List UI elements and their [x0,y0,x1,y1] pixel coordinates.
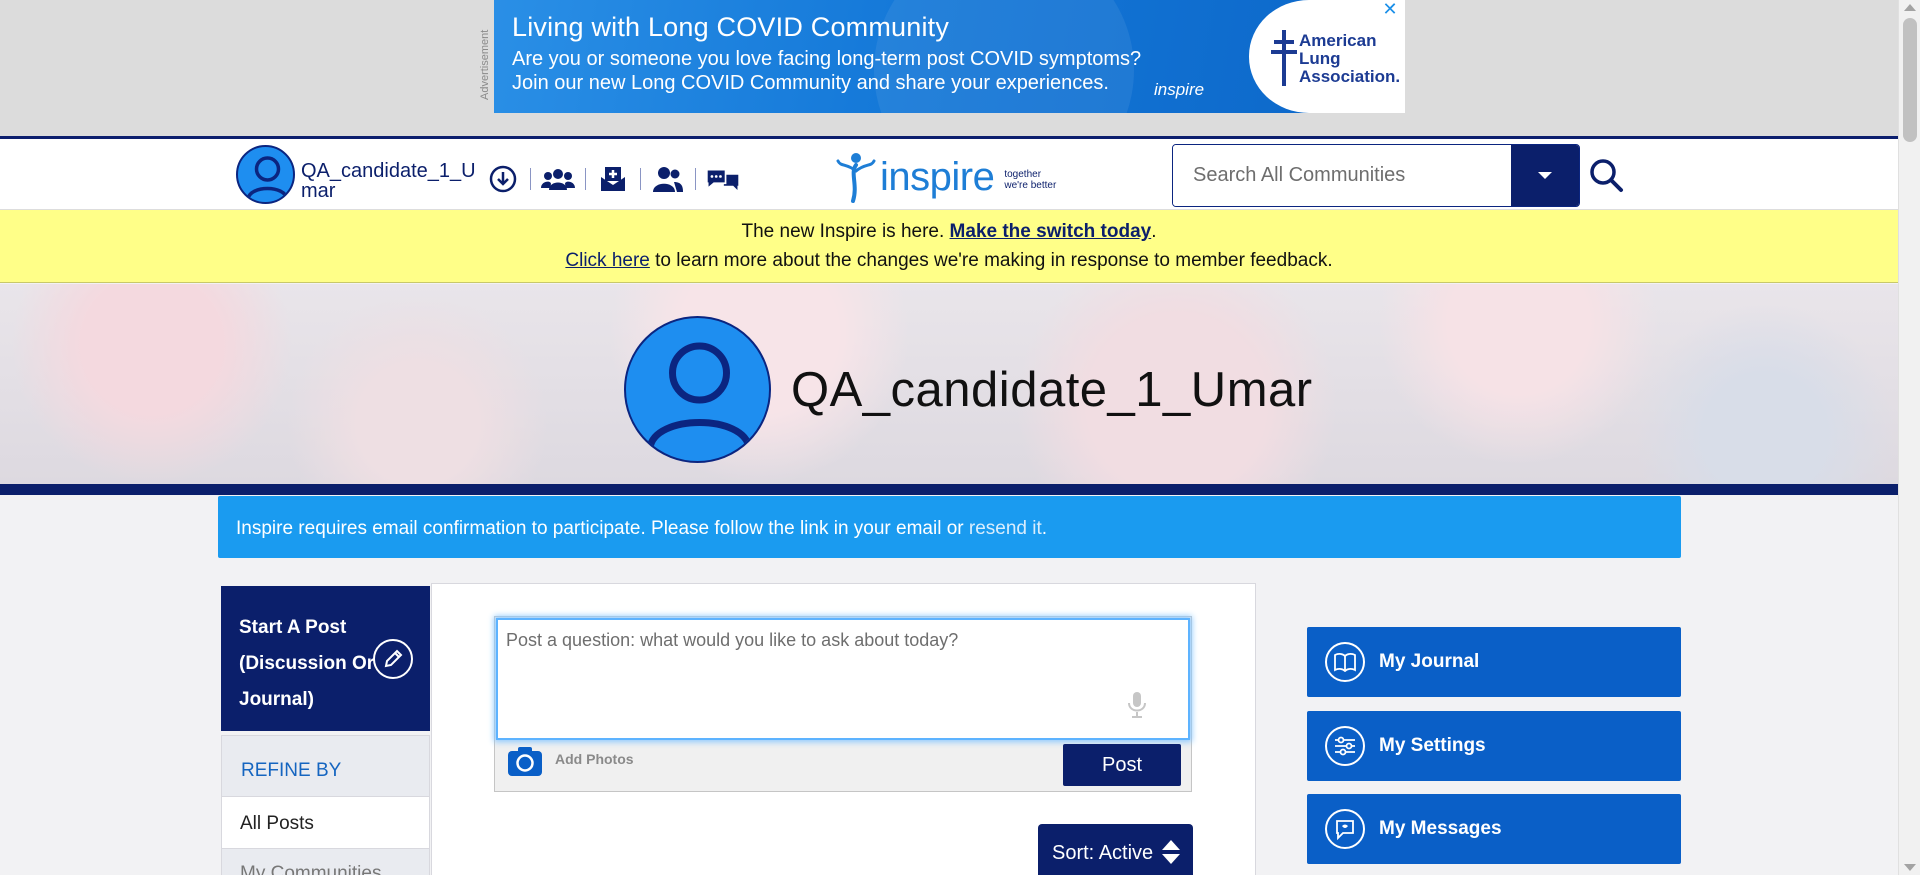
ad-line-1: Are you or someone you love facing long-… [512,48,1142,70]
post-question-input[interactable] [496,618,1190,740]
people-icon[interactable] [651,163,685,195]
scroll-thumb[interactable] [1903,18,1917,142]
click-here-link[interactable]: Click here [565,250,649,271]
notice-line-1-text: The new Inspire is here. [741,221,950,242]
profile-name: QA_candidate_1_Umar [791,363,1313,417]
all-posts-label: All Posts [240,813,314,834]
search-button[interactable] [1588,157,1624,193]
my-messages-label: My Messages [1379,818,1502,839]
ad-line-2: Join our new Long COVID Community and sh… [512,72,1109,94]
header-username[interactable]: QA_candidate_1_Umar [301,161,481,201]
resend-link[interactable]: resend it [969,518,1042,539]
logo-wordmark: inspire [880,154,995,199]
my-settings-button[interactable]: My Settings [1307,711,1681,781]
divider [530,168,531,190]
post-button[interactable]: Post [1063,744,1181,786]
logo-tagline-line-2: we're better [1004,180,1057,191]
logo-tagline: together we're better [1004,169,1056,191]
page-scrollbar[interactable] [1898,0,1920,875]
inbox-icon[interactable] [596,163,630,195]
ad-banner[interactable]: Living with Long COVID Community Are you… [494,0,1405,113]
inspire-logo[interactable]: inspire together we're better [836,151,1056,203]
user-avatar-icon [646,342,753,450]
notice-line-1: The new Inspire is here. Make the switch… [0,221,1898,243]
ad-sponsor-name: American Lung Association. [1299,31,1401,86]
header-avatar[interactable] [236,145,295,204]
add-photos-label[interactable]: Add Photos [555,751,634,767]
refine-by-header: REFINE BY [221,735,430,797]
email-banner-suffix: . [1041,518,1048,539]
filter-my-communities[interactable]: My Communities [221,849,430,875]
logo-tagline-line-1: together [1004,169,1042,180]
search-input[interactable] [1173,145,1511,206]
my-journal-label: My Journal [1379,651,1480,672]
post-composer: Add Photos Post [494,616,1192,792]
divider [695,168,696,190]
ad-close-icon[interactable]: ✕ [1381,0,1399,18]
advertisement-label: Advertisement [479,29,491,101]
notice-line-2: Click here to learn more about the chang… [0,250,1898,272]
notice-line-2-text: to learn more about the changes we're ma… [649,250,1333,271]
pencil-icon [373,639,413,679]
journal-icon [1325,642,1365,682]
notice-line-1-suffix: . [1151,221,1157,242]
my-settings-label: My Settings [1379,735,1486,756]
groups-icon[interactable] [541,163,575,195]
start-a-post-button[interactable]: Start A Post (Discussion Or Journal) [221,586,430,731]
search-box [1172,144,1580,207]
caret-down-icon [1538,171,1552,179]
profile-avatar [624,316,771,463]
site-header: QA_candidate_1_Umar inspire together we'… [0,139,1898,210]
download-icon[interactable] [486,163,520,195]
email-confirmation-banner: Inspire requires email confirmation to p… [218,496,1681,558]
my-messages-button[interactable]: My Messages [1307,794,1681,864]
hero-divider-bar [0,484,1898,495]
divider [640,168,641,190]
refine-by-label: REFINE BY [241,760,342,781]
inspire-figure-icon [836,153,876,203]
microphone-icon[interactable] [1127,691,1147,719]
sort-dropdown[interactable]: Sort: Active [1038,824,1193,875]
ad-inspire-mark: inspire [1154,80,1205,99]
my-communities-label: My Communities [240,863,382,875]
ad-band: Advertisement Living with Long COVID Com… [0,0,1898,139]
chat-icon[interactable] [706,163,740,195]
scroll-down-arrow-icon[interactable] [1904,864,1916,871]
new-inspire-notice: The new Inspire is here. Make the switch… [0,210,1898,283]
make-the-switch-link[interactable]: Make the switch today [950,221,1152,242]
sort-label: Sort: Active [1052,842,1154,864]
email-banner-text: Inspire requires email confirmation to p… [236,518,969,539]
start-post-label: Start A Post (Discussion Or Journal) [239,617,375,710]
user-avatar-icon [246,156,289,200]
filter-all-posts[interactable]: All Posts [221,797,430,849]
header-icon-bar [486,163,740,195]
messages-icon [1325,809,1365,849]
my-journal-button[interactable]: My Journal [1307,627,1681,697]
settings-icon [1325,726,1365,766]
divider [585,168,586,190]
search-icon [1590,159,1623,192]
camera-icon[interactable] [507,745,543,777]
lorraine-cross-icon [1271,30,1297,86]
search-scope-dropdown[interactable] [1511,145,1579,206]
ad-title: Living with Long COVID Community [512,12,950,42]
sort-arrows-icon [1162,840,1180,864]
scroll-up-arrow-icon[interactable] [1904,4,1916,11]
